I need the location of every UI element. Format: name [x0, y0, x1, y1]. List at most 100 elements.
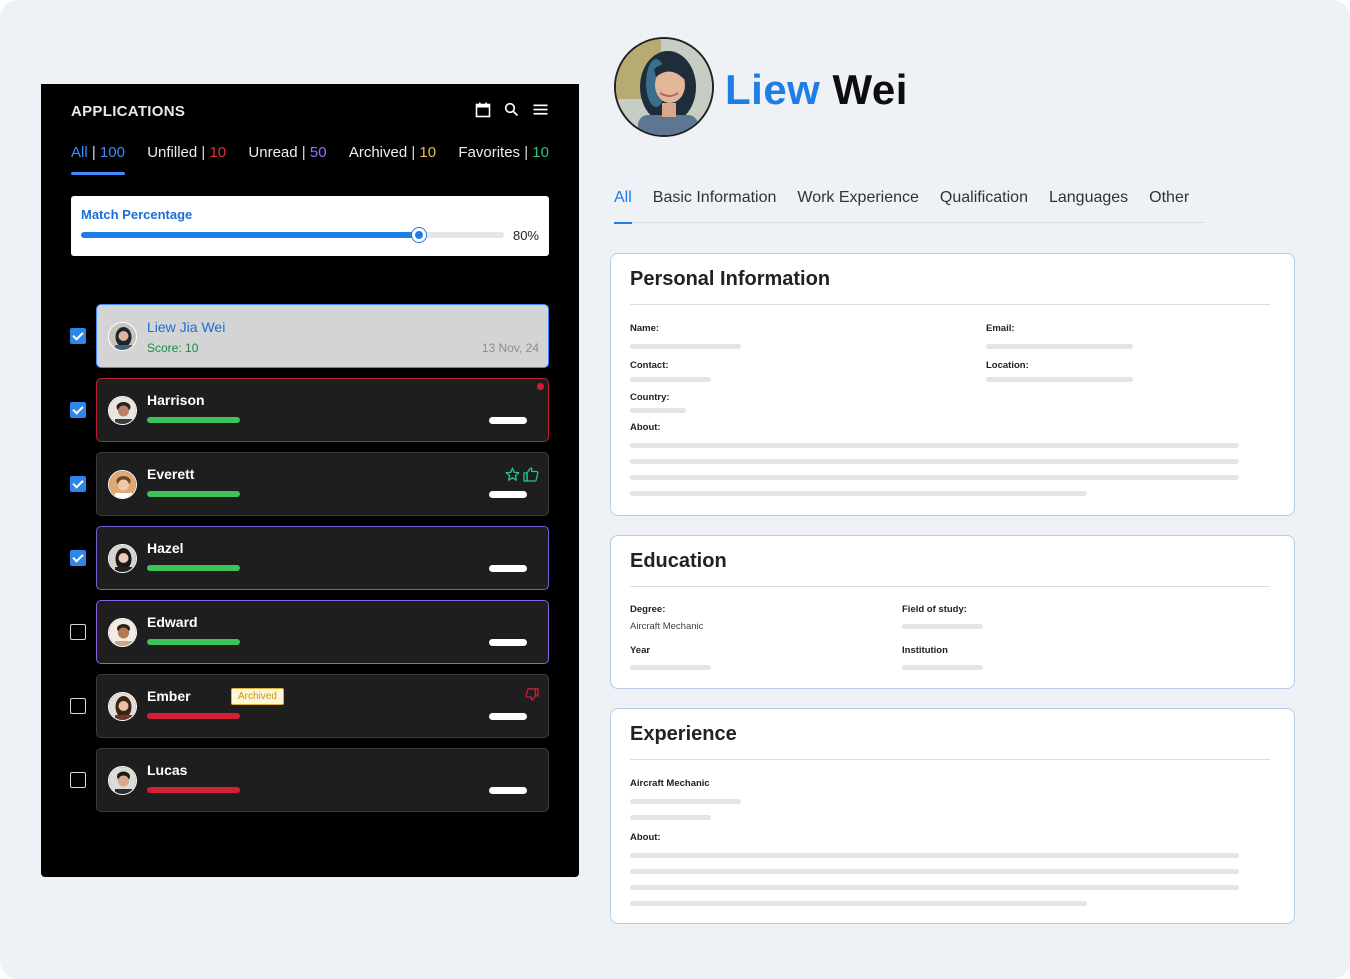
tab-unread[interactable]: Unread | 50: [248, 144, 326, 175]
tab-basic-information[interactable]: Basic Information: [653, 189, 777, 223]
candidate-date: 13 Nov, 24: [481, 341, 539, 355]
tab-all-count: 100: [99, 144, 125, 161]
section-divider: [630, 586, 1270, 587]
menu-icon[interactable]: [532, 101, 549, 118]
candidate-name: Liew Jia Wei: [147, 319, 226, 335]
match-score-bar: [147, 639, 240, 645]
avatar: [108, 470, 137, 499]
about-line: [630, 901, 1087, 906]
about-line: [630, 853, 1239, 858]
experience-placeholder: [630, 799, 741, 804]
about-line: [630, 475, 1239, 480]
candidate-card-liew[interactable]: Liew Jia Wei Score: 10 13 Nov, 24: [96, 304, 549, 368]
candidate-checkbox[interactable]: [70, 624, 86, 640]
unread-indicator: [537, 383, 544, 390]
calendar-icon[interactable]: [474, 101, 491, 118]
name-label: Name:: [630, 323, 660, 334]
action-pill[interactable]: [489, 639, 527, 646]
applications-panel: APPLICATIONS All | 100 Unfilled | 10 Unr…: [41, 84, 579, 877]
education-card: Education Degree: Aircraft Mechanic Fiel…: [610, 535, 1295, 689]
avatar: [108, 396, 137, 425]
tab-unread-label: Unread: [248, 144, 298, 161]
institution-label: Institution: [902, 645, 948, 656]
tab-unfilled-count: 10: [209, 144, 227, 161]
match-percentage-label: Match Percentage: [81, 207, 193, 222]
candidate-checkbox[interactable]: [70, 476, 86, 492]
about-line: [630, 443, 1239, 448]
about-line: [630, 869, 1239, 874]
candidate-name: Edward: [147, 614, 198, 630]
avatar: [108, 544, 137, 573]
candidate-card-harrison[interactable]: Harrison: [96, 378, 549, 442]
candidate-checkbox[interactable]: [70, 698, 86, 714]
degree-label: Degree:: [630, 604, 666, 615]
avatar: [108, 766, 137, 795]
section-title: Personal Information: [630, 268, 831, 290]
degree-value: Aircraft Mechanic: [630, 621, 704, 632]
candidate-card-lucas[interactable]: Lucas: [96, 748, 549, 812]
tab-all[interactable]: All | 100: [71, 144, 125, 175]
action-pill[interactable]: [489, 713, 527, 720]
match-slider-track[interactable]: [81, 228, 504, 242]
avatar: [108, 692, 137, 721]
experience-role: Aircraft Mechanic: [630, 778, 710, 789]
tab-archived[interactable]: Archived | 10: [349, 144, 436, 175]
tab-other[interactable]: Other: [1149, 189, 1189, 223]
candidate-checkbox[interactable]: [70, 402, 86, 418]
match-score-bar: [147, 787, 240, 793]
status-badge: Archived: [231, 688, 284, 705]
action-pill[interactable]: [489, 565, 527, 572]
field-of-study-label: Field of study:: [902, 604, 967, 615]
candidate-name: Harrison: [147, 392, 205, 408]
candidate-checkbox[interactable]: [70, 550, 86, 566]
profile-tabs: All Basic Information Work Experience Qu…: [614, 189, 1204, 224]
section-divider: [630, 304, 1270, 305]
candidate-score: Score: 10: [147, 341, 199, 355]
section-divider: [630, 759, 1270, 760]
profile-first-name: Liew: [725, 66, 821, 113]
personal-information-card: Personal Information Name: Email: Contac…: [610, 253, 1295, 516]
tab-work-experience[interactable]: Work Experience: [797, 189, 919, 223]
tab-qualification[interactable]: Qualification: [940, 189, 1028, 223]
thumbs-down-icon[interactable]: [525, 688, 539, 706]
match-score-bar: [147, 565, 240, 571]
candidate-name: Hazel: [147, 540, 184, 556]
tab-favorites[interactable]: Favorites | 10: [458, 144, 549, 175]
match-score-bar: [147, 713, 240, 719]
profile-name: Liew Wei: [725, 66, 908, 114]
about-label: About:: [630, 832, 661, 843]
about-line: [630, 491, 1087, 496]
candidate-checkbox[interactable]: [70, 772, 86, 788]
candidate-name: Lucas: [147, 762, 188, 778]
avatar: [108, 618, 137, 647]
match-percentage-value: 80%: [512, 228, 539, 243]
tab-archived-count: 10: [419, 144, 437, 161]
candidate-checkbox[interactable]: [70, 328, 86, 344]
location-label: Location:: [986, 360, 1029, 371]
candidate-actions: [525, 688, 539, 706]
candidate-card-hazel[interactable]: Hazel: [96, 526, 549, 590]
name-placeholder: [630, 344, 741, 349]
section-title: Experience: [630, 723, 737, 745]
search-icon[interactable]: [503, 101, 520, 118]
candidate-card-ember[interactable]: Ember Archived: [96, 674, 549, 738]
action-pill[interactable]: [489, 417, 527, 424]
candidate-card-everett[interactable]: Everett: [96, 452, 549, 516]
tab-unfilled[interactable]: Unfilled | 10: [147, 144, 226, 175]
profile-last-name: Wei: [832, 66, 908, 113]
experience-card: Experience Aircraft Mechanic About:: [610, 708, 1295, 924]
tab-unfilled-label: Unfilled: [147, 144, 198, 161]
country-label: Country:: [630, 392, 670, 403]
avatar: [108, 322, 137, 351]
action-pill[interactable]: [489, 787, 527, 794]
star-icon[interactable]: [505, 467, 520, 487]
candidate-card-edward[interactable]: Edward: [96, 600, 549, 664]
tab-favorites-label: Favorites: [458, 144, 521, 161]
action-pill[interactable]: [489, 491, 527, 498]
match-score-bar: [147, 417, 240, 423]
tab-languages[interactable]: Languages: [1049, 189, 1128, 223]
match-slider-handle[interactable]: [412, 228, 427, 242]
email-label: Email:: [986, 323, 1015, 334]
tab-all-profile[interactable]: All: [614, 189, 632, 224]
thumbs-up-icon[interactable]: [523, 467, 539, 487]
